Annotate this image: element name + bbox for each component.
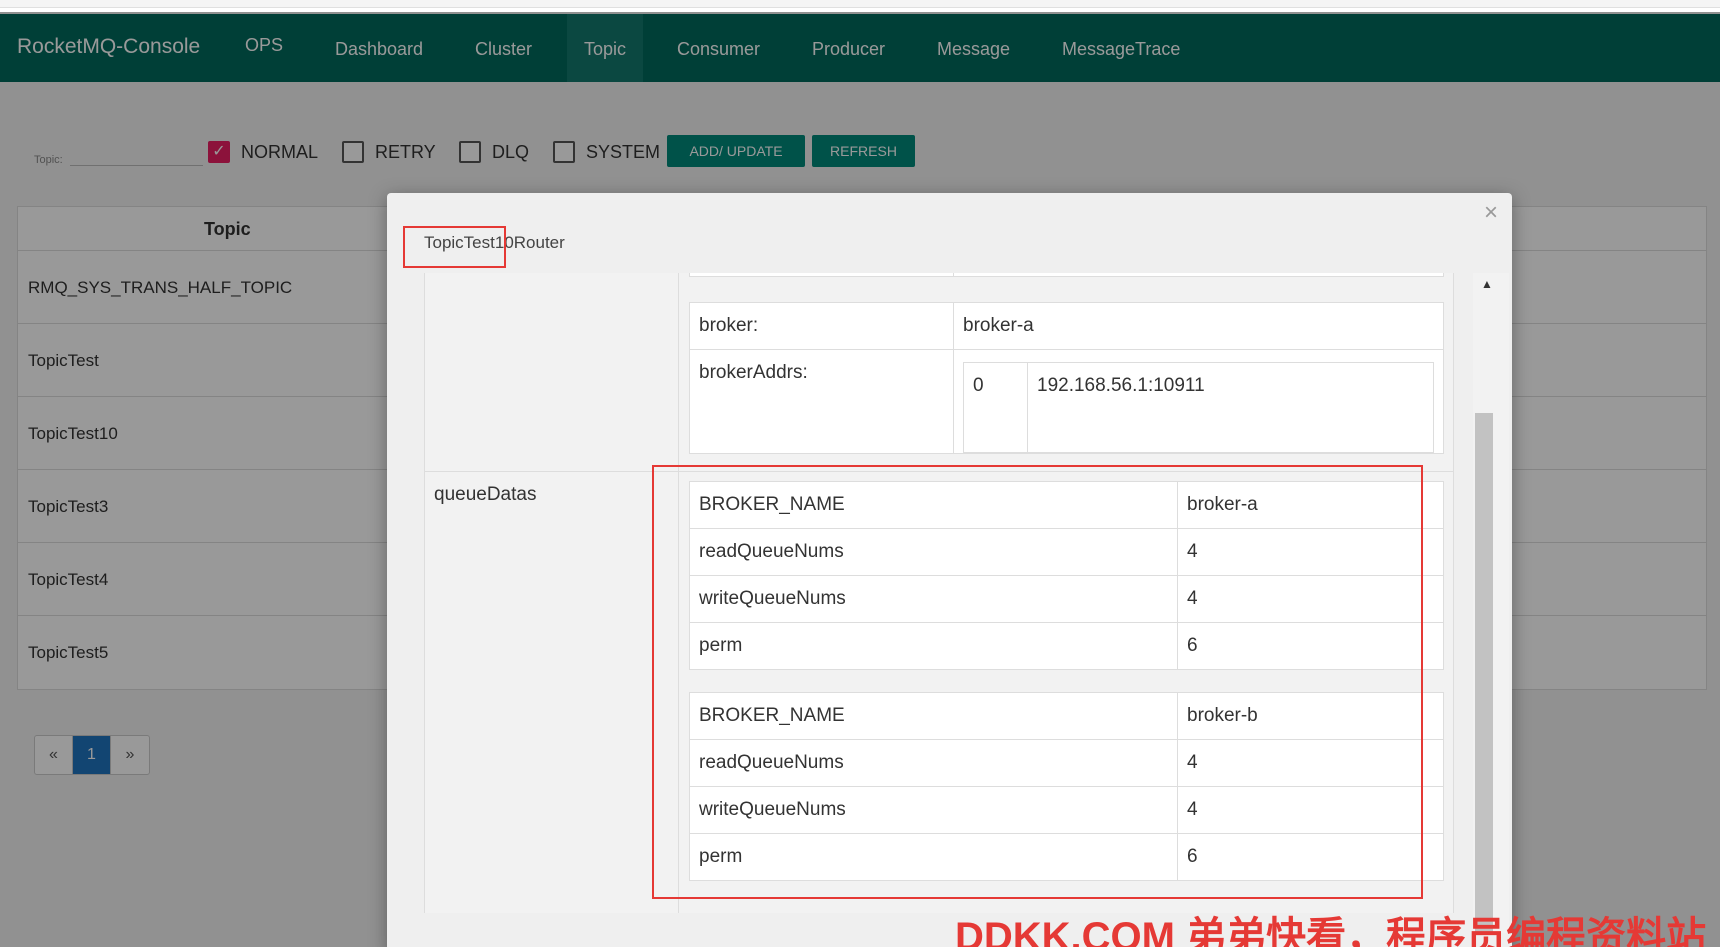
broker-addrs-cell: 0 192.168.56.1:10911 bbox=[953, 349, 1444, 454]
watermark: DDKK.COM 弟弟快看，程序员编程资料站 bbox=[955, 915, 1707, 947]
broker-addrs-key: brokerAddrs: bbox=[689, 349, 954, 454]
broker-addr-index: 0 bbox=[963, 362, 1028, 453]
broker-addrs-table: 0 192.168.56.1:10911 bbox=[963, 362, 1434, 453]
broker-value: broker-a bbox=[953, 302, 1444, 350]
broker-key: broker: bbox=[689, 302, 954, 350]
scrollbar-thumb[interactable] bbox=[1475, 413, 1493, 933]
queue-datas-label: queueDatas bbox=[434, 484, 537, 505]
broker-table: broker: broker-a brokerAddrs: 0 192.168.… bbox=[689, 302, 1444, 454]
queue-highlight-box bbox=[652, 465, 1423, 899]
close-icon[interactable]: × bbox=[1484, 199, 1498, 227]
title-highlight-box bbox=[403, 226, 506, 268]
scroll-up-icon[interactable]: ▲ bbox=[1481, 277, 1493, 291]
previous-broker-table bbox=[689, 273, 1444, 277]
broker-addr-value: 192.168.56.1:10911 bbox=[1027, 362, 1434, 453]
